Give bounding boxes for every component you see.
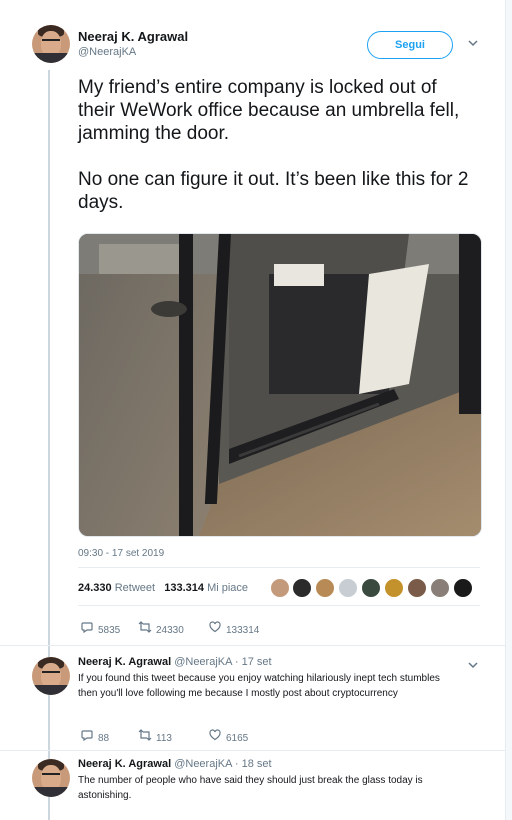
liker-avatar[interactable] xyxy=(384,578,404,598)
reply-button[interactable]: 5835 xyxy=(80,621,120,636)
reply-author-name[interactable]: Neeraj K. Agrawal xyxy=(78,758,171,770)
like-button[interactable]: 133314 xyxy=(208,621,259,636)
retweets-count[interactable]: 24.330 xyxy=(78,582,112,594)
avatar[interactable] xyxy=(32,25,70,63)
liker-avatar[interactable] xyxy=(292,578,312,598)
liker-avatar[interactable] xyxy=(407,578,427,598)
reply-icon xyxy=(80,621,94,636)
tweet-text: My friend’s entire company is locked out… xyxy=(78,76,478,214)
retweet-button[interactable]: 24330 xyxy=(138,621,184,636)
divider xyxy=(0,750,506,751)
retweet-button[interactable]: 113 xyxy=(138,729,172,744)
chevron-down-icon[interactable] xyxy=(468,660,478,672)
tweet-text-p2: No one can figure it out. It’s been like… xyxy=(78,169,469,213)
author-name[interactable]: Neeraj K. Agrawal xyxy=(78,29,188,44)
like-count: 133314 xyxy=(226,625,260,636)
scrollbar[interactable] xyxy=(505,0,512,820)
tweet-text-p1: My friend’s entire company is locked out… xyxy=(78,77,460,144)
tweet-photo[interactable] xyxy=(78,233,482,537)
like-count: 6165 xyxy=(226,733,249,744)
retweets-label[interactable]: Retweet xyxy=(115,582,155,594)
divider xyxy=(78,605,480,606)
liker-avatar[interactable] xyxy=(361,578,381,598)
heart-icon xyxy=(208,729,222,744)
reply-icon xyxy=(80,729,94,744)
liker-avatar[interactable] xyxy=(453,578,473,598)
like-button[interactable]: 6165 xyxy=(208,729,248,744)
reply-button[interactable]: 88 xyxy=(80,729,109,744)
avatar[interactable] xyxy=(32,759,70,797)
tweet-stats: 24.330 Retweet 133.314 Mi piace xyxy=(78,582,248,594)
divider xyxy=(78,567,480,568)
reply-meta[interactable]: @NeerajKA · 18 set xyxy=(174,758,271,770)
likes-count[interactable]: 133.314 xyxy=(164,582,204,594)
likes-label[interactable]: Mi piace xyxy=(207,582,248,594)
reply-author[interactable]: Neeraj K. Agrawal @NeerajKA · 18 set xyxy=(78,758,272,770)
reply-author[interactable]: Neeraj K. Agrawal @NeerajKA · 17 set xyxy=(78,656,272,668)
follow-button[interactable]: Segui xyxy=(367,31,453,59)
tweet-timestamp[interactable]: 09:30 - 17 set 2019 xyxy=(78,548,164,559)
divider xyxy=(0,645,506,646)
avatar[interactable] xyxy=(32,657,70,695)
liker-avatar[interactable] xyxy=(315,578,335,598)
reply-text: If you found this tweet because you enjo… xyxy=(78,673,440,699)
retweet-count: 24330 xyxy=(156,625,184,636)
heart-icon xyxy=(208,621,222,636)
retweet-icon xyxy=(138,621,152,636)
thread-line xyxy=(48,70,50,820)
reply-meta[interactable]: @NeerajKA · 17 set xyxy=(174,656,271,668)
retweet-icon xyxy=(138,729,152,744)
liker-avatar[interactable] xyxy=(338,578,358,598)
chevron-down-icon[interactable] xyxy=(468,38,478,50)
author-handle[interactable]: @NeerajKA xyxy=(78,46,136,58)
retweet-count: 113 xyxy=(156,733,172,744)
reply-count: 88 xyxy=(98,733,110,744)
liker-avatar[interactable] xyxy=(270,578,290,598)
reply-count: 5835 xyxy=(98,625,121,636)
reply-text: The number of people who have said they … xyxy=(78,775,423,801)
reply-author-name[interactable]: Neeraj K. Agrawal xyxy=(78,656,171,668)
liker-avatar[interactable] xyxy=(430,578,450,598)
